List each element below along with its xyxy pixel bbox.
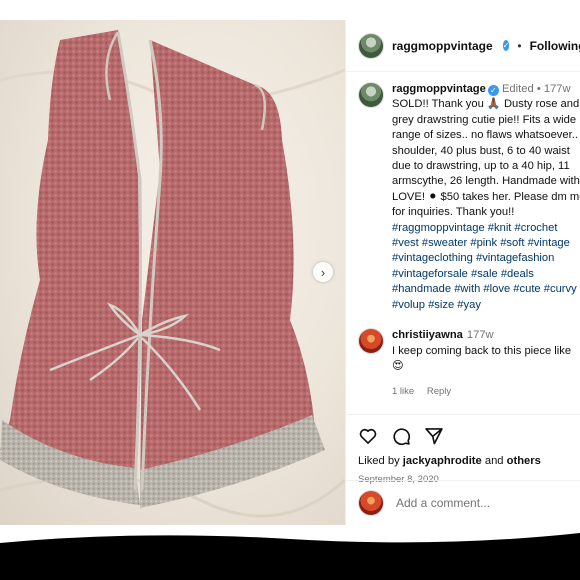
caption-line: SOLD!! Thank you 🙏🏾 Dusty rose and: [392, 98, 580, 111]
author-avatar[interactable]: [358, 32, 384, 59]
comment-time: 177w: [466, 329, 494, 342]
liked-by-others[interactable]: others: [507, 455, 541, 467]
liked-by-user[interactable]: jackyaphrodite: [403, 455, 482, 467]
hashtag-line[interactable]: #vest #sweater #pink #soft #vintage: [392, 236, 580, 251]
verified-badge-icon: ✓: [487, 85, 499, 96]
comment-text: I keep coming back to this piece like 😍: [392, 344, 572, 372]
hashtag-line[interactable]: #vintageclothing #vintagefashion: [392, 251, 580, 266]
caption-line: shoulder, 40 plus bust, 6 to 40 waist: [392, 144, 570, 157]
caption-username[interactable]: raggmoppvintage: [392, 83, 486, 95]
next-photo-button[interactable]: ›: [313, 262, 333, 282]
caption-line: for inquiries. Thank you!!: [392, 206, 515, 219]
header-separator: •: [517, 38, 522, 53]
add-comment-bar: [346, 480, 580, 525]
comment-body: christiiyawna 177w I keep coming back to …: [392, 328, 580, 400]
following-button[interactable]: Following: [530, 39, 580, 53]
commenter-avatar[interactable]: [358, 328, 384, 355]
comment-actions: 1 like Reply: [392, 384, 580, 399]
heart-icon[interactable]: [358, 426, 378, 446]
paper-plane-icon[interactable]: [424, 426, 444, 446]
post-header: raggmoppvintage ✓ • Following: [346, 20, 580, 72]
caption-line: due to drawstring, up to a 40 hip, 11: [392, 160, 570, 173]
caption-line: range of sizes.. no flaws whatsoever..: [392, 129, 578, 142]
comment-like-count[interactable]: 1 like: [392, 386, 414, 397]
caption-line: armscythe, 26 length. Handmade with: [392, 175, 580, 188]
caption-avatar[interactable]: [358, 82, 384, 108]
comment-item: christiiyawna 177w I keep coming back to …: [358, 328, 580, 400]
hashtag-line[interactable]: #handmade #with #love #cute #curvy: [392, 282, 580, 297]
viewer-avatar: [358, 490, 384, 516]
hashtag-line[interactable]: #volup #size #yay: [392, 298, 580, 313]
caption-meta-separator: •: [536, 83, 541, 95]
liked-by-and: and: [481, 455, 507, 467]
hashtag-line[interactable]: #raggmoppvintage #knit #crochet: [392, 221, 580, 236]
comment-reply-button[interactable]: Reply: [427, 386, 451, 397]
post-sidebar: raggmoppvintage ✓ • Following raggmoppvi…: [345, 20, 580, 525]
caption-time[interactable]: 177w: [544, 83, 571, 95]
caption: raggmoppvintage ✓ Edited • 177w SOLD!! Th…: [358, 82, 580, 313]
commenter-username[interactable]: christiiyawna: [392, 329, 463, 341]
caption-line: grey drawstring cutie pie!! Fits a wide: [392, 113, 577, 126]
comment-icon[interactable]: [391, 426, 411, 446]
caption-line: LOVE! ⚫ $50 takes her. Please dm me: [392, 190, 580, 203]
add-comment-input[interactable]: [396, 496, 576, 510]
action-icons: [358, 425, 569, 447]
post-frame: › raggmoppvintage ✓ • Following raggmopp…: [0, 20, 580, 525]
torn-edge-decoration: [0, 533, 580, 580]
post-photo[interactable]: ›: [0, 20, 345, 525]
caption-text: raggmoppvintage ✓ Edited • 177w SOLD!! Th…: [392, 82, 580, 313]
verified-badge-icon: ✓: [502, 40, 510, 51]
post-actions: Liked by jackyaphrodite and others Septe…: [346, 414, 580, 485]
hashtag-line[interactable]: #vintageforsale #sale #deals: [392, 267, 580, 282]
comments-area[interactable]: raggmoppvintage ✓ Edited • 177w SOLD!! Th…: [346, 72, 580, 414]
vest-image: [0, 30, 345, 518]
author-username[interactable]: raggmoppvintage: [392, 39, 493, 53]
liked-by: Liked by jackyaphrodite and others: [358, 455, 569, 467]
liked-by-prefix: Liked by: [358, 455, 403, 467]
caption-edited: Edited: [501, 83, 534, 95]
chevron-right-icon: ›: [320, 264, 326, 280]
